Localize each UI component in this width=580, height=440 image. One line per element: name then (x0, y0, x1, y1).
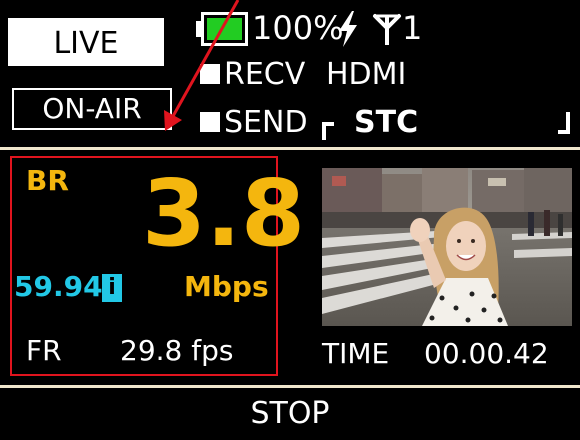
antenna-count: 1 (402, 9, 423, 47)
antenna-icon (373, 14, 401, 45)
frame-rate-label: FR (26, 334, 62, 367)
bracket-right-icon (558, 112, 570, 134)
bolt-icon (339, 11, 357, 47)
broadcast-status-screen: LIVE ON-AIR 100% 1 RECV HDMI SEND STC BR… (0, 0, 580, 440)
time-label: TIME (322, 337, 390, 370)
bitrate-label: BR (26, 164, 69, 197)
annotation-arrow-icon (164, 0, 240, 131)
divider-bottom (0, 385, 580, 388)
time-value: 00.00.42 (424, 337, 549, 370)
on-air-button[interactable]: ON-AIR (12, 88, 172, 130)
input-source-label: HDMI (326, 57, 407, 92)
stop-button[interactable]: STOP (0, 394, 580, 434)
frame-rate-setting: 59.94 (14, 270, 103, 303)
battery-percentage: 100% (252, 9, 344, 47)
bitrate-panel: BR 3.8 59.94 i Mbps FR 29.8 fps (10, 156, 305, 376)
divider-top (0, 147, 580, 150)
video-preview (322, 168, 572, 326)
frame-rate-value: 29.8 fps (120, 334, 234, 367)
bracket-left-icon (322, 122, 334, 140)
bitrate-unit: Mbps (184, 270, 269, 303)
bitrate-value: 3.8 (142, 160, 305, 267)
info-icon: i (102, 274, 122, 302)
stc-label: STC (354, 105, 419, 140)
live-button[interactable]: LIVE (8, 18, 164, 66)
